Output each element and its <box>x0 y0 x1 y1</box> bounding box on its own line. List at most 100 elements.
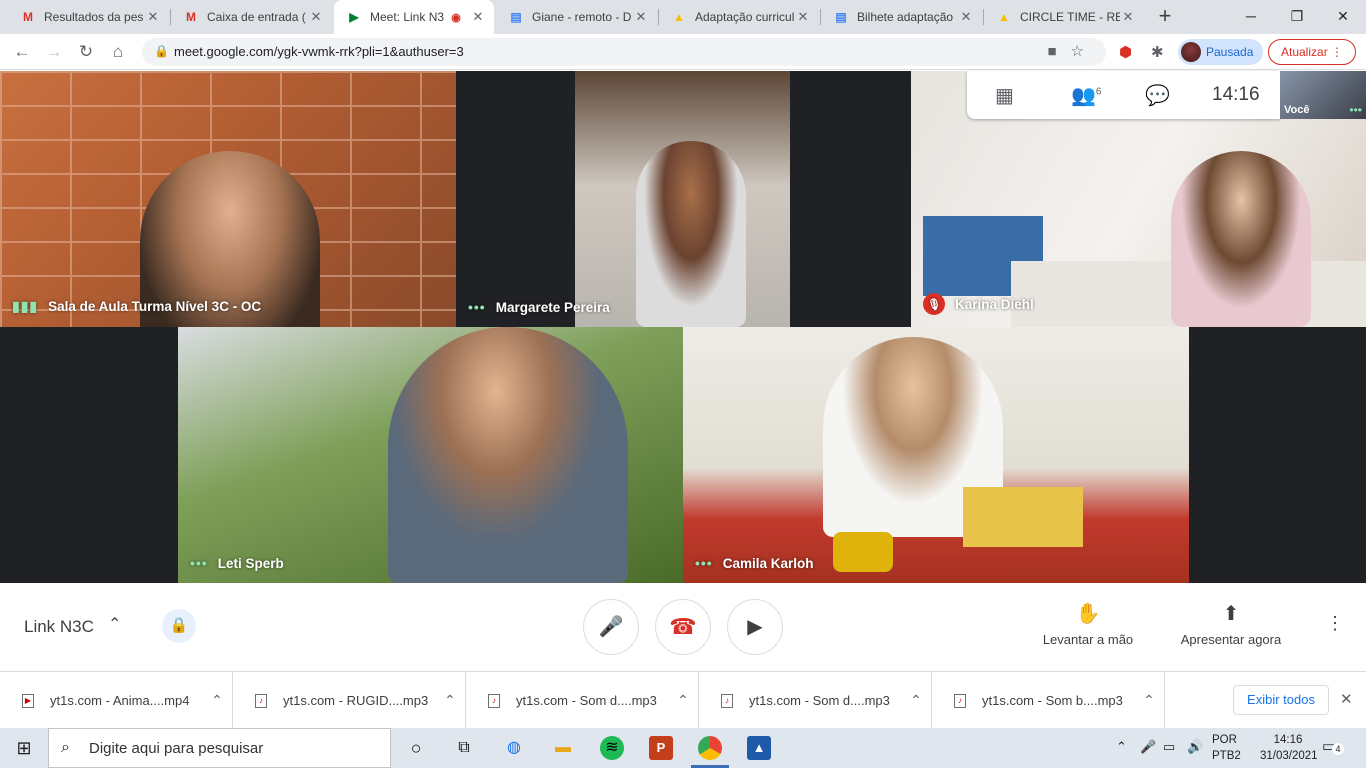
chevron-up-icon[interactable]: ⌃ <box>901 692 931 709</box>
input-language[interactable]: POR PTB2 <box>1212 732 1241 764</box>
chevron-up-icon[interactable]: ⌃ <box>435 692 465 709</box>
home-button[interactable]: ⌂ <box>104 38 132 66</box>
participant-tile[interactable]: ••• Margarete Pereira <box>456 71 911 327</box>
update-label: Atualizar <box>1281 45 1328 59</box>
leave-call-button[interactable]: ☎ <box>655 599 711 655</box>
close-icon[interactable]: ✕ <box>308 9 324 25</box>
bookmark-star-icon[interactable]: ☆ <box>1071 43 1098 60</box>
participant-tile[interactable]: ••• Camila Karloh <box>683 327 1189 583</box>
update-button[interactable]: Atualizar ⋮ <box>1268 39 1357 65</box>
network-icon[interactable]: ▭ <box>1163 739 1175 755</box>
download-item[interactable]: ♪ yt1s.com - Som d....mp3 ⌃ <box>466 672 699 729</box>
chrome-icon[interactable] <box>698 736 722 760</box>
gmail-icon: M <box>23 10 33 24</box>
extension-shield-icon[interactable]: ⬢ <box>1119 43 1132 61</box>
tab-bilhete-adaptacao[interactable]: ▤ Bilhete adaptação ✕ <box>821 0 982 34</box>
more-options-icon[interactable]: ••• <box>695 555 713 571</box>
download-item[interactable]: ♪ yt1s.com - RUGID....mp3 ⌃ <box>233 672 466 729</box>
new-tab-button[interactable]: + <box>1152 4 1178 30</box>
microphone-button[interactable]: 🎤 <box>583 599 639 655</box>
file-icon: ♪ <box>488 693 500 708</box>
more-options-icon[interactable]: ••• <box>190 555 208 571</box>
chevron-up-icon[interactable]: ⌃ <box>108 614 121 634</box>
puzzle-icon[interactable]: ✱ <box>1151 43 1164 61</box>
more-options-icon[interactable]: ••• <box>468 299 486 315</box>
chat-icon[interactable]: 💬 <box>1145 83 1170 108</box>
address-bar[interactable]: 🔒 meet.google.com/ygk-vwmk-rrk?pli=1&aut… <box>142 38 1106 66</box>
download-item[interactable]: ▶ yt1s.com - Anima....mp4 ⌃ <box>0 672 233 729</box>
download-name: yt1s.com - Som b....mp3 <box>982 693 1123 708</box>
self-view[interactable]: Você ••• <box>1280 71 1366 119</box>
taskbar-clock[interactable]: 14:16 31/03/2021 <box>1260 732 1318 764</box>
tab-resultados[interactable]: M Resultados da pes ✕ <box>8 0 169 34</box>
task-view-icon[interactable]: ⧉ <box>452 736 476 760</box>
meeting-clock: 14:16 <box>1212 84 1260 105</box>
hand-icon: ✋ <box>1075 603 1101 625</box>
tile-layout-icon[interactable]: ▦ <box>995 83 1014 108</box>
taskbar-search-box[interactable]: ⌕ Digite aqui para pesquisar <box>48 728 391 768</box>
tab-caixa-entrada[interactable]: M Caixa de entrada ( ✕ <box>171 0 332 34</box>
participant-tile[interactable]: ••• Leti Sperb <box>178 327 683 583</box>
microphone-tray-icon[interactable]: 🎤 <box>1140 739 1156 755</box>
gmail-icon: M <box>186 10 196 24</box>
profile-button[interactable]: Pausada <box>1178 39 1264 65</box>
participant-video <box>388 327 628 583</box>
close-icon[interactable]: ✕ <box>795 9 811 25</box>
back-button[interactable]: ← <box>8 38 36 66</box>
edge-icon[interactable]: ◍ <box>502 736 526 760</box>
more-options-icon[interactable]: ••• <box>1349 103 1362 117</box>
download-name: yt1s.com - Anima....mp4 <box>50 693 190 708</box>
close-icon[interactable]: ✕ <box>145 9 161 25</box>
meeting-name[interactable]: Link N3C <box>24 617 94 637</box>
chevron-up-icon[interactable]: ⌃ <box>1116 739 1127 755</box>
tab-title: Caixa de entrada ( <box>207 10 306 24</box>
host-controls-icon[interactable]: 🔒 <box>162 609 196 643</box>
download-item[interactable]: ♪ yt1s.com - Som d....mp3 ⌃ <box>699 672 932 729</box>
lock-icon: 🔒 <box>154 44 169 58</box>
close-icon[interactable]: ✕ <box>1340 690 1353 708</box>
cortana-icon[interactable]: ○ <box>404 736 428 760</box>
close-icon[interactable]: ✕ <box>958 9 974 25</box>
powerpoint-icon[interactable]: P <box>649 736 673 760</box>
tab-meet[interactable]: ▶ Meet: Link N3 ◉ ✕ <box>334 0 494 34</box>
camera-button[interactable]: ▶ <box>727 599 783 655</box>
forward-button[interactable]: → <box>40 38 68 66</box>
clock-date: 31/03/2021 <box>1260 750 1318 762</box>
close-icon[interactable]: ✕ <box>633 9 649 25</box>
spotify-icon[interactable]: ≋ <box>600 736 624 760</box>
present-now-button[interactable]: ⬆ Apresentar agora <box>1178 601 1284 647</box>
mic-off-icon: 🎙 <box>923 293 945 315</box>
meet-controls: Link N3C ⌃ 🔒 🎤 ☎ ▶ ✋ Levantar a mão ⬆ Ap… <box>0 583 1366 671</box>
minimize-button[interactable]: ─ <box>1228 0 1274 34</box>
notification-icon[interactable]: ▭ 4 <box>1322 737 1344 755</box>
camera-icon[interactable]: ■ <box>1047 43 1070 60</box>
present-screen-icon: ⬆ <box>1222 603 1240 625</box>
close-window-button[interactable]: ✕ <box>1320 0 1366 34</box>
tab-adaptacao-curricular[interactable]: ▲ Adaptação curricul ✕ <box>659 0 819 34</box>
video-camera-icon: ▶ <box>747 616 763 638</box>
people-icon[interactable]: 👥6 <box>1071 83 1101 108</box>
video-grid: ▮▮▮ Sala de Aula Turma Nível 3C - OC •••… <box>0 71 1366 583</box>
tab-circle-time[interactable]: ▲ CIRCLE TIME - REM ✕ <box>984 0 1144 34</box>
file-explorer-icon[interactable]: ▬ <box>551 736 575 760</box>
photos-icon[interactable]: ▲ <box>747 736 771 760</box>
participant-name: Sala de Aula Turma Nível 3C - OC <box>48 299 262 314</box>
volume-icon[interactable]: 🔊 <box>1187 739 1203 755</box>
download-item[interactable]: ♪ yt1s.com - Som b....mp3 ⌃ <box>932 672 1165 729</box>
more-options-icon[interactable]: ⋮ <box>1326 613 1344 634</box>
participant-count: 6 <box>1095 86 1102 98</box>
tab-giane-remoto[interactable]: ▤ Giane - remoto - D ✕ <box>496 0 657 34</box>
close-icon[interactable]: ✕ <box>470 9 486 25</box>
show-all-downloads-button[interactable]: Exibir todos <box>1233 685 1329 715</box>
restore-button[interactable]: ❐ <box>1274 0 1320 34</box>
raise-hand-button[interactable]: ✋ Levantar a mão <box>1040 601 1136 647</box>
chevron-up-icon[interactable]: ⌃ <box>668 692 698 709</box>
recording-icon: ◉ <box>451 11 461 24</box>
windows-start-icon[interactable]: ⊞ <box>0 728 48 768</box>
close-icon[interactable]: ✕ <box>1120 9 1136 25</box>
download-name: yt1s.com - Som d....mp3 <box>516 693 657 708</box>
chevron-up-icon[interactable]: ⌃ <box>1134 692 1164 709</box>
participant-tile[interactable]: ▮▮▮ Sala de Aula Turma Nível 3C - OC <box>0 71 456 327</box>
chevron-up-icon[interactable]: ⌃ <box>202 692 232 709</box>
reload-button[interactable]: ↻ <box>72 38 100 66</box>
